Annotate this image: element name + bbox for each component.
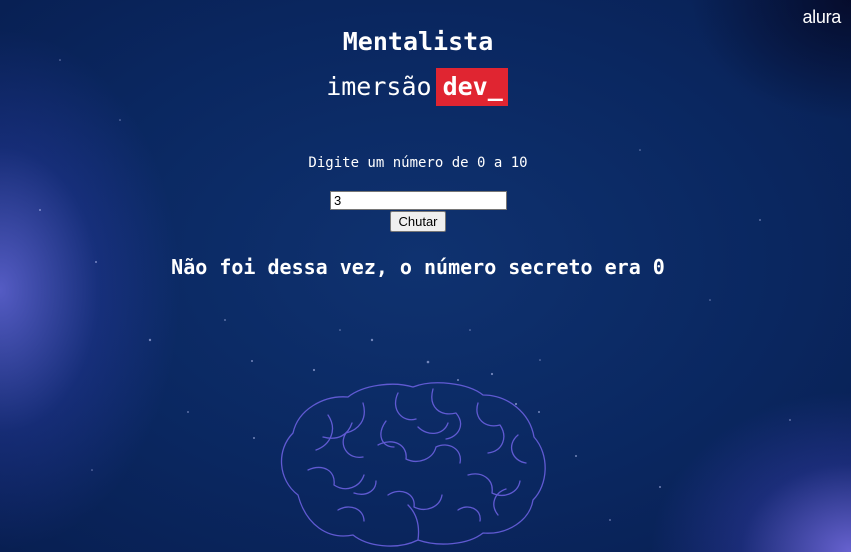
instruction-label: Digite um número de 0 a 10 <box>308 155 528 171</box>
brain-icon <box>280 382 546 547</box>
logo-badge: dev_ <box>435 68 508 106</box>
result-message: Não foi dessa vez, o número secreto era … <box>171 255 665 279</box>
guess-button[interactable]: Chutar <box>390 211 446 232</box>
brand-logo[interactable]: alura <box>802 7 841 28</box>
page-title: Mentalista <box>342 27 494 56</box>
imersao-dev-logo: imersão dev_ <box>0 68 834 106</box>
guess-input[interactable] <box>330 191 507 210</box>
logo-word: imersão <box>326 72 432 101</box>
